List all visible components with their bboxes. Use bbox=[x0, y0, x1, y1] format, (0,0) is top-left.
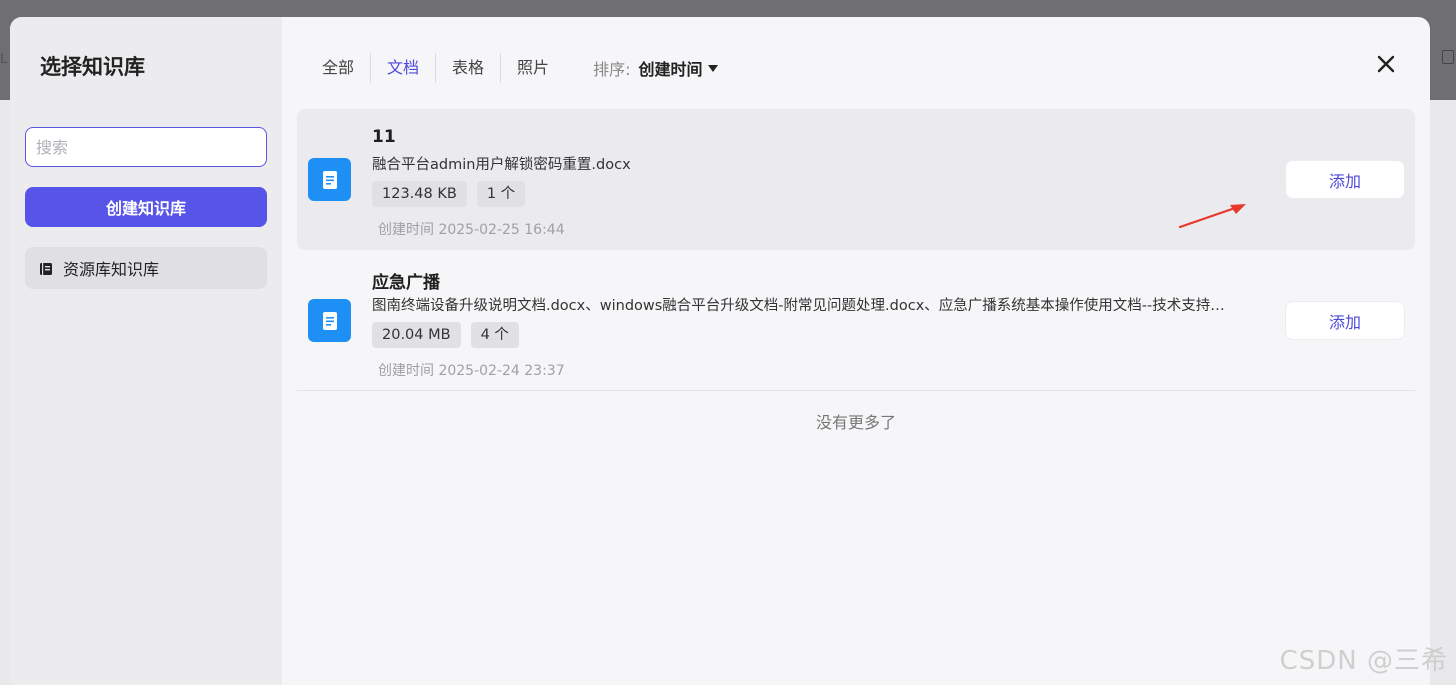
count-badge: 4 个 bbox=[470, 322, 519, 348]
count-badge: 1 个 bbox=[476, 181, 526, 207]
tab-photos[interactable]: 照片 bbox=[501, 53, 565, 83]
select-knowledge-base-dialog: 选择知识库 创建知识库 资源库知识库 全部 文档 表格 照片 排序: bbox=[10, 17, 1430, 685]
close-icon bbox=[1377, 55, 1395, 73]
tab-all[interactable]: 全部 bbox=[310, 53, 372, 83]
document-tags: 123.48 KB 1 个 bbox=[372, 181, 526, 207]
backdrop-text: L bbox=[0, 52, 8, 67]
document-icon bbox=[308, 299, 351, 342]
watermark: CSDN @三希 bbox=[1279, 646, 1448, 676]
sort-dropdown[interactable]: 创建时间 bbox=[638, 56, 719, 80]
document-tags: 20.04 MB 4 个 bbox=[372, 322, 519, 348]
sort-value: 创建时间 bbox=[638, 60, 703, 79]
dialog-title: 选择知识库 bbox=[40, 55, 145, 79]
document-title: 11 bbox=[372, 127, 396, 147]
size-badge: 20.04 MB bbox=[372, 322, 461, 348]
no-more-text: 没有更多了 bbox=[815, 413, 896, 432]
sort-label: 排序: bbox=[593, 60, 631, 79]
size-badge: 123.48 KB bbox=[372, 181, 467, 207]
tab-tables[interactable]: 表格 bbox=[436, 53, 502, 83]
list-item: 应急广播 图南终端设备升级说明文档.docx、windows融合平台升级文档-附… bbox=[297, 250, 1415, 391]
sidebar: 选择知识库 创建知识库 资源库知识库 bbox=[10, 17, 282, 685]
add-button[interactable]: 添加 bbox=[1285, 301, 1405, 340]
document-list: 11 融合平台admin用户解锁密码重置.docx 123.48 KB 1 个 … bbox=[297, 109, 1415, 432]
main-panel: 全部 文档 表格 照片 排序: 创建时间 11 融合平台admin用户解锁密码重… bbox=[282, 17, 1430, 685]
document-files: 图南终端设备升级说明文档.docx、windows融合平台升级文档-附常见问题处… bbox=[372, 298, 1225, 314]
document-files: 融合平台admin用户解锁密码重置.docx bbox=[372, 157, 631, 173]
filter-tabs: 全部 文档 表格 照片 排序: 创建时间 bbox=[310, 53, 719, 83]
create-knowledge-base-button[interactable]: 创建知识库 bbox=[25, 187, 267, 227]
sidebar-item-resource-kb[interactable]: 资源库知识库 bbox=[25, 247, 267, 289]
backdrop-left bbox=[0, 100, 10, 685]
created-time: 创建时间 2025-02-25 16:44 bbox=[378, 222, 565, 238]
caret-down-icon bbox=[708, 64, 719, 72]
backdrop-right bbox=[1430, 100, 1456, 685]
red-arrow-annotation bbox=[1178, 204, 1246, 229]
add-button[interactable]: 添加 bbox=[1285, 160, 1405, 199]
sort-control: 排序: 创建时间 bbox=[593, 56, 719, 80]
search-input[interactable] bbox=[25, 127, 267, 167]
close-button[interactable] bbox=[1372, 50, 1400, 78]
document-title: 应急广播 bbox=[372, 273, 440, 293]
sidebar-item-label: 资源库知识库 bbox=[63, 260, 160, 279]
created-time: 创建时间 2025-02-24 23:37 bbox=[378, 363, 565, 379]
book-icon bbox=[39, 261, 53, 275]
tab-documents[interactable]: 文档 bbox=[371, 53, 437, 83]
backdrop-square-icon bbox=[1442, 50, 1454, 64]
document-icon bbox=[308, 158, 351, 201]
